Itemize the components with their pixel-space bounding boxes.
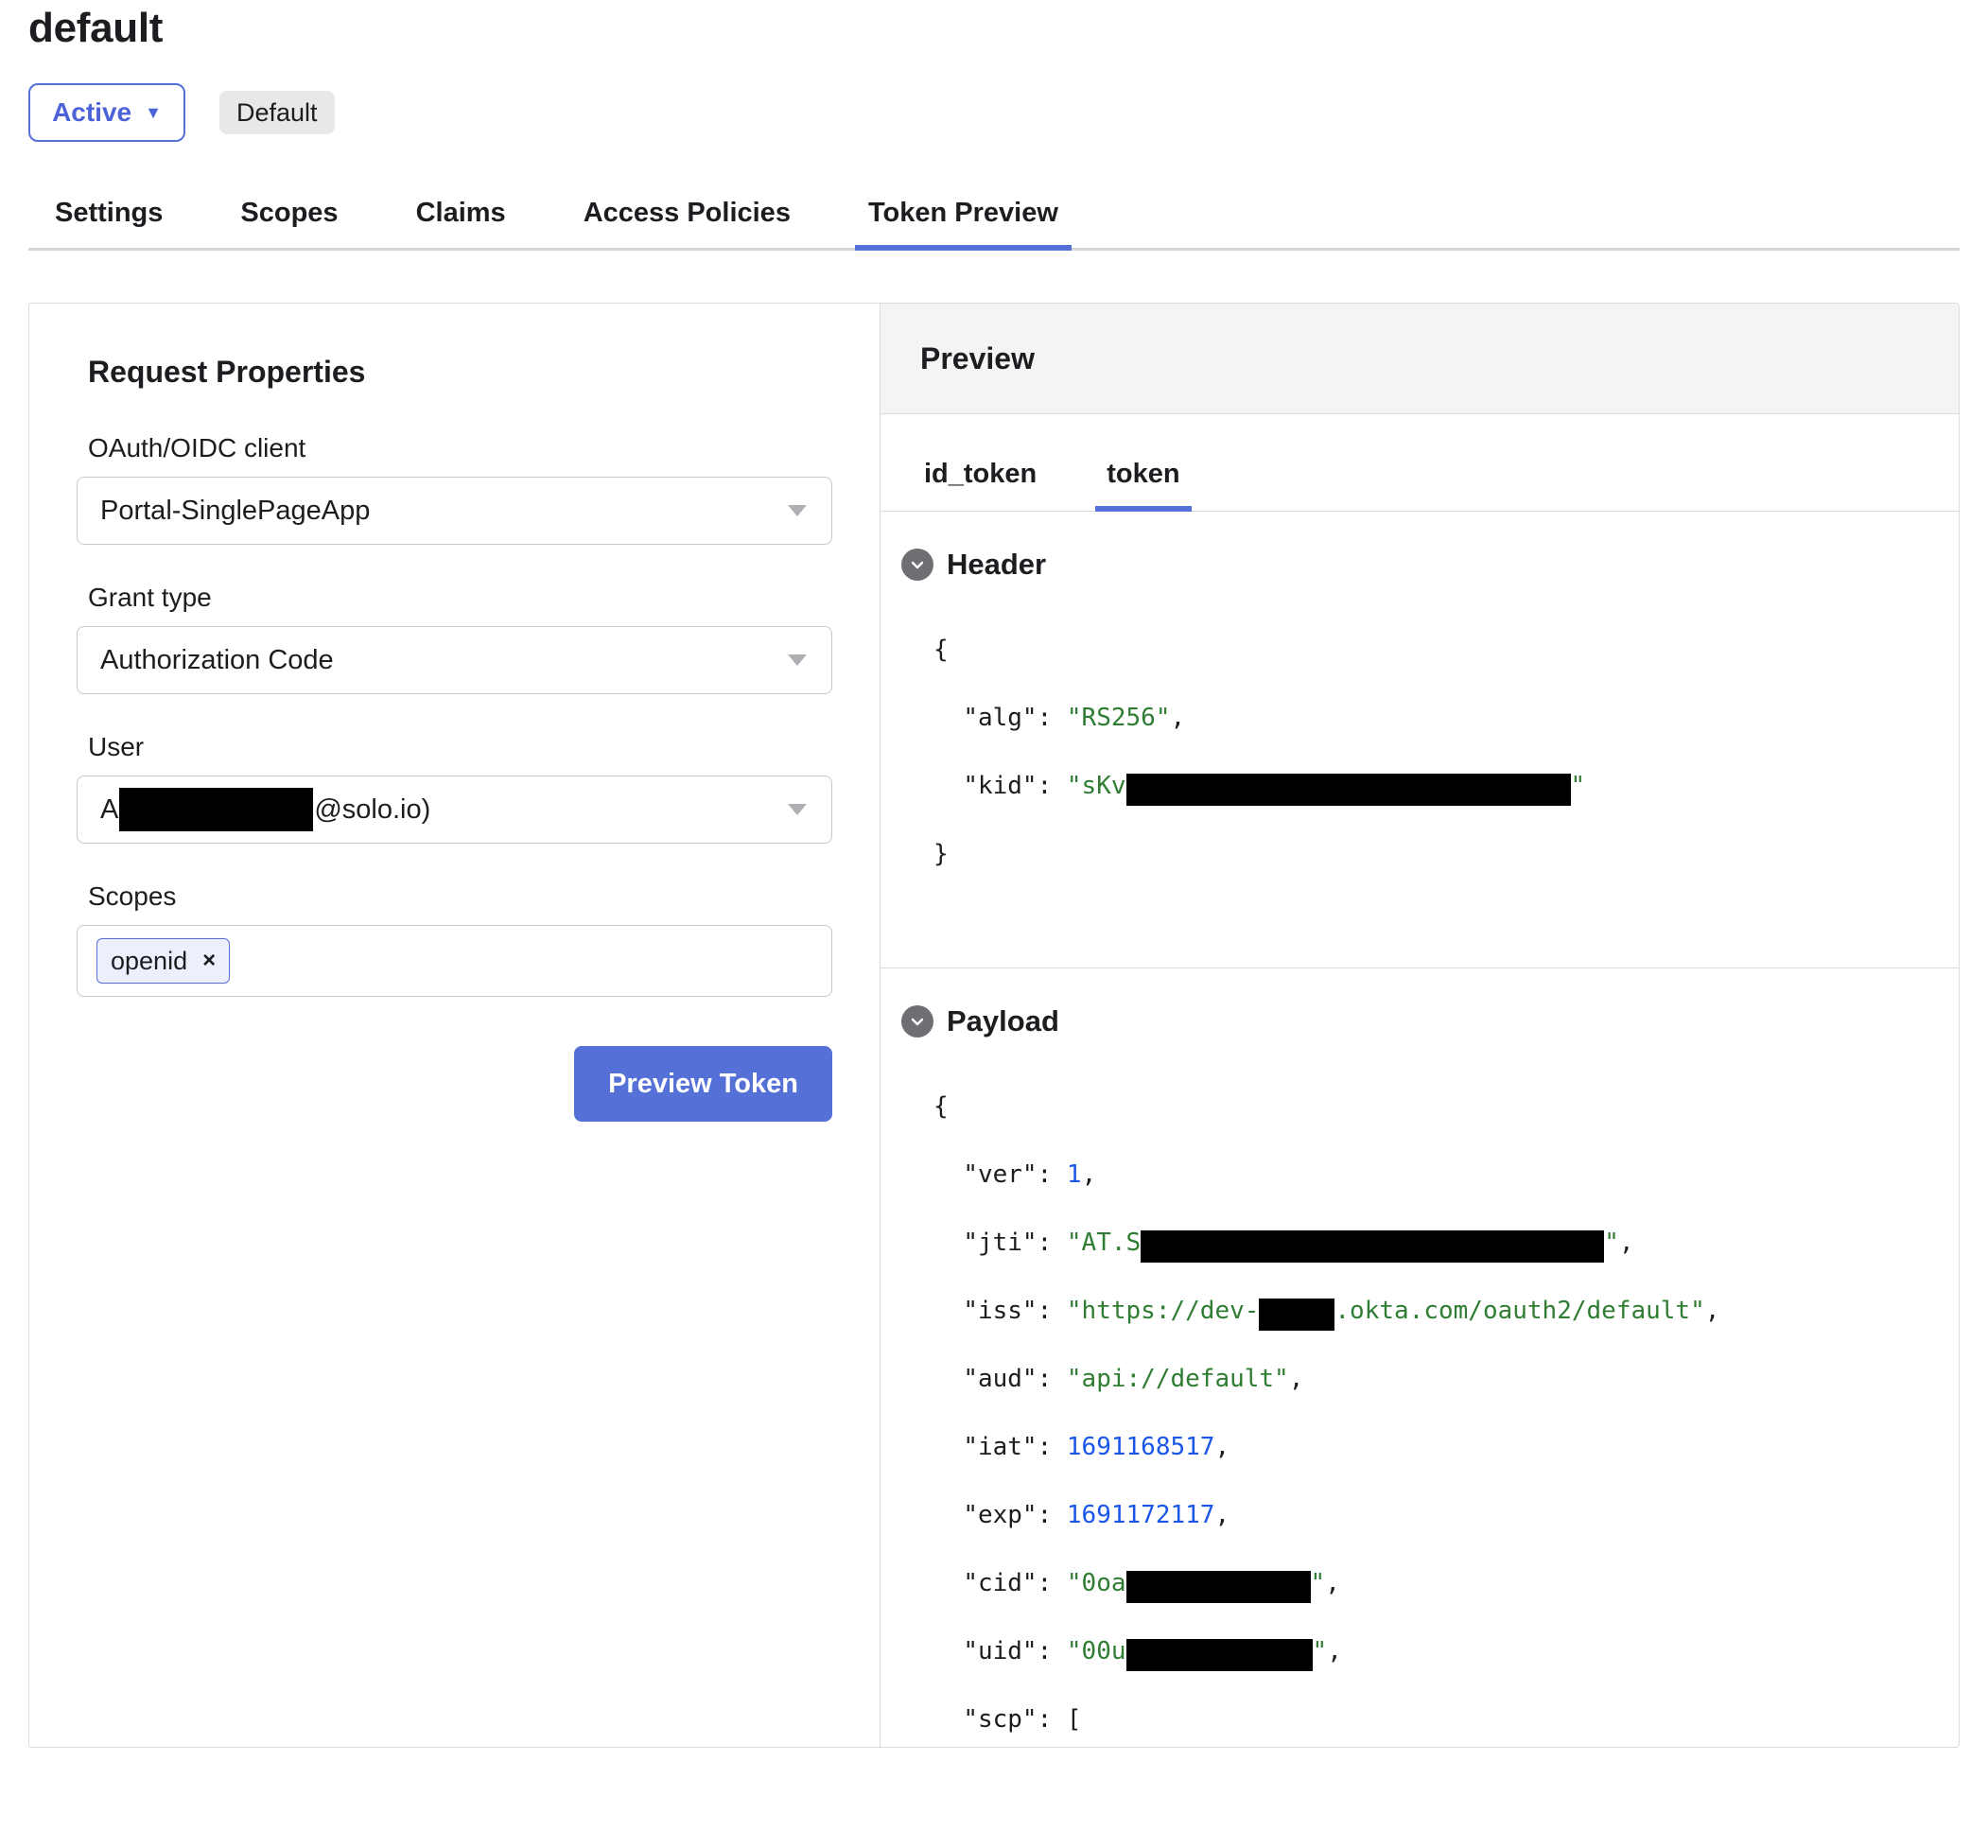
redaction-bar	[1125, 1570, 1311, 1603]
code-value-iss-suffix: .okta.com/oauth2/default"	[1334, 1297, 1705, 1325]
code-value-alg: "RS256"	[1066, 704, 1171, 732]
code-key-alg: "alg"	[963, 704, 1038, 732]
code-value-uid-prefix: "00u	[1066, 1637, 1126, 1665]
chevron-down-icon	[788, 505, 807, 516]
chevron-down-icon	[788, 654, 807, 666]
jwt-header-title: Header	[947, 548, 1047, 581]
tab-claims[interactable]: Claims	[416, 198, 506, 248]
chevron-down-circle-icon[interactable]	[901, 549, 933, 581]
chevron-down-icon	[788, 804, 807, 815]
tab-token-preview[interactable]: Token Preview	[854, 198, 1072, 251]
preview-heading: Preview	[920, 340, 1035, 375]
code-key-ver: "ver"	[963, 1160, 1038, 1189]
jwt-payload-section: Payload { "ver": 1, "jti": "AT.S ", "iss"…	[881, 968, 1959, 1747]
redaction-bar	[1259, 1298, 1335, 1331]
redaction-bar	[1141, 1229, 1605, 1263]
tab-settings[interactable]: Settings	[55, 198, 163, 248]
redaction-bar	[119, 788, 314, 831]
field-oauth-client: OAuth/OIDC client Portal-SinglePageApp	[77, 433, 832, 545]
user-value-suffix: @solo.io)	[314, 793, 431, 825]
code-key-iss: "iss"	[963, 1297, 1038, 1325]
tab-token[interactable]: token	[1095, 459, 1192, 512]
main-tabs: Settings Scopes Claims Access Policies T…	[28, 180, 1960, 251]
code-open-brace: {	[933, 1092, 949, 1121]
grant-type-value: Authorization Code	[100, 644, 334, 675]
jwt-header-section: Header { "alg": "RS256", "kid": "sKv " }	[881, 512, 1959, 968]
jwt-header-section-head: Header	[901, 548, 1959, 582]
token-tabs: id_token token	[881, 414, 1959, 512]
request-properties-heading: Request Properties	[88, 355, 366, 389]
code-value-kid-prefix: "sKv	[1066, 772, 1126, 800]
chevron-down-circle-icon[interactable]	[901, 1005, 933, 1037]
preview-token-button[interactable]: Preview Token	[574, 1046, 832, 1122]
code-key-uid: "uid"	[963, 1637, 1038, 1665]
scope-chip-label: openid	[111, 946, 188, 975]
preview-button-row: Preview Token	[77, 1046, 832, 1122]
token-preview-page: default Active ▼ Default Settings Scopes…	[0, 0, 1988, 1848]
code-value-jti-suffix: "	[1604, 1229, 1619, 1257]
jwt-payload-title: Payload	[947, 1004, 1059, 1037]
user-select[interactable]: A @solo.io)	[77, 776, 832, 844]
status-row: Active ▼ Default	[28, 83, 1960, 142]
code-key-scp: "scp"	[963, 1705, 1038, 1734]
code-key-aud: "aud"	[963, 1365, 1038, 1393]
field-user: User A @solo.io)	[77, 732, 832, 844]
code-value-iss-prefix: "https://dev-	[1066, 1297, 1260, 1325]
status-dropdown-label: Active	[52, 97, 132, 127]
code-value-exp: 1691172117	[1066, 1501, 1215, 1529]
redaction-bar	[1125, 1638, 1313, 1671]
grant-type-select[interactable]: Authorization Code	[77, 626, 832, 694]
code-key-cid: "cid"	[963, 1569, 1038, 1597]
code-value-cid-prefix: "0oa	[1066, 1569, 1126, 1597]
code-key-iat: "iat"	[963, 1433, 1038, 1461]
scopes-input[interactable]: openid ×	[77, 925, 832, 997]
default-badge: Default	[219, 91, 335, 134]
oauth-client-value: Portal-SinglePageApp	[100, 495, 371, 526]
code-key-kid: "kid"	[963, 772, 1038, 800]
content-panels: Request Properties OAuth/OIDC client Por…	[28, 303, 1960, 1748]
code-value-ver: 1	[1066, 1160, 1082, 1189]
user-label: User	[88, 732, 145, 761]
jwt-header-code: { "alg": "RS256", "kid": "sKv " }	[933, 636, 1586, 868]
preview-panel: Preview id_token token Header { "alg": "…	[881, 304, 1959, 1747]
scopes-label: Scopes	[88, 881, 177, 911]
jwt-payload-code: { "ver": 1, "jti": "AT.S ", "iss": "https…	[933, 1092, 1720, 1734]
code-key-jti: "jti"	[963, 1229, 1038, 1257]
tab-scopes[interactable]: Scopes	[240, 198, 338, 248]
code-value-uid-suffix: "	[1312, 1637, 1328, 1665]
code-value-iat: 1691168517	[1066, 1433, 1215, 1461]
status-dropdown[interactable]: Active ▼	[28, 83, 185, 142]
preview-panel-header: Preview	[881, 304, 1959, 414]
chevron-down-icon: ▼	[145, 103, 162, 122]
field-grant-type: Grant type Authorization Code	[77, 583, 832, 694]
field-scopes: Scopes openid ×	[77, 881, 832, 997]
redaction-bar	[1125, 773, 1571, 806]
code-value-aud: "api://default"	[1066, 1365, 1289, 1393]
oauth-client-label: OAuth/OIDC client	[88, 433, 306, 462]
grant-type-label: Grant type	[88, 583, 212, 612]
jwt-payload-section-head: Payload	[901, 1004, 1959, 1038]
scope-chip-openid[interactable]: openid ×	[96, 938, 231, 984]
code-open-brace: {	[933, 636, 949, 664]
tab-access-policies[interactable]: Access Policies	[584, 198, 791, 248]
code-close-brace: }	[933, 840, 949, 868]
page-title: default	[28, 5, 164, 51]
request-properties-panel: Request Properties OAuth/OIDC client Por…	[29, 304, 881, 1747]
tab-id-token[interactable]: id_token	[924, 459, 1037, 511]
code-key-exp: "exp"	[963, 1501, 1038, 1529]
code-value-cid-suffix: "	[1310, 1569, 1326, 1597]
code-scp-open: [	[1066, 1705, 1082, 1734]
user-value-prefix: A	[100, 793, 119, 825]
oauth-client-select[interactable]: Portal-SinglePageApp	[77, 477, 832, 545]
close-icon[interactable]: ×	[202, 950, 216, 972]
code-value-kid-suffix: "	[1570, 772, 1586, 800]
user-value: A @solo.io)	[100, 788, 430, 831]
code-value-jti-prefix: "AT.S	[1066, 1229, 1142, 1257]
